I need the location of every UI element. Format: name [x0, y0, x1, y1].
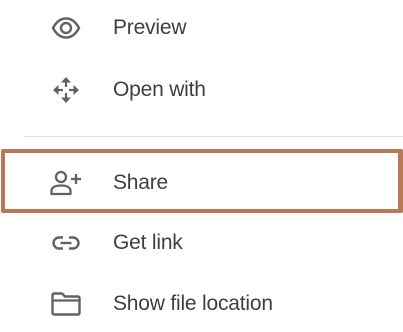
menu-item-label: Show file location	[113, 292, 273, 315]
add-person-icon	[48, 165, 84, 201]
folder-icon	[48, 286, 84, 322]
menu-item-label: Open with	[113, 78, 206, 101]
menu-item-preview[interactable]: Preview	[0, 0, 403, 56]
menu-item-open-with[interactable]: Open with	[0, 62, 403, 118]
context-menu: Preview Open with Share Get link Show fi…	[0, 0, 403, 324]
menu-item-label: Share	[113, 171, 169, 194]
move-arrows-icon	[48, 72, 84, 108]
menu-item-share[interactable]: Share	[0, 155, 403, 211]
menu-item-label: Preview	[113, 16, 187, 39]
menu-divider	[24, 136, 403, 137]
menu-item-get-link[interactable]: Get link	[0, 215, 403, 271]
link-icon	[48, 225, 84, 261]
eye-icon	[48, 10, 84, 46]
menu-item-label: Get link	[113, 231, 183, 254]
